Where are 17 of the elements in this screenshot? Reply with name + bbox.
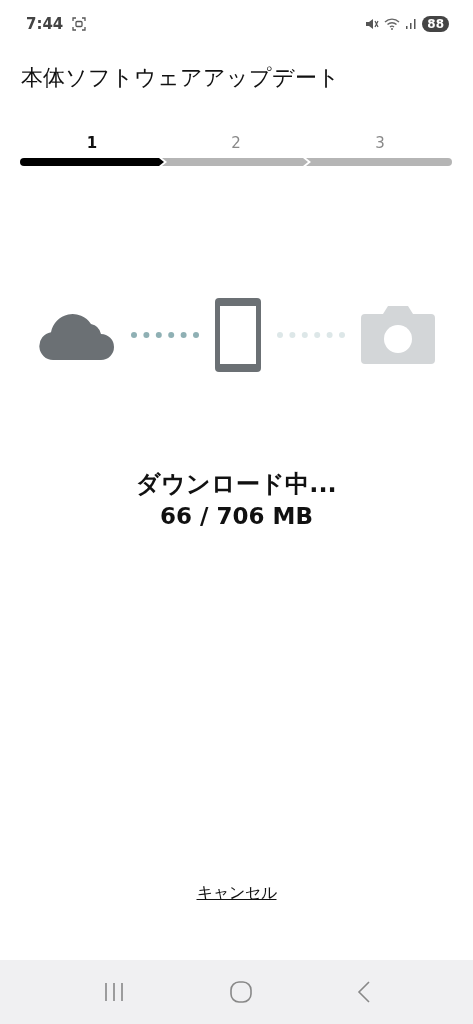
camera-icon — [360, 306, 435, 364]
download-status: ダウンロード中... — [135, 469, 338, 500]
battery-level: 88 — [422, 16, 449, 32]
home-icon[interactable] — [229, 981, 252, 1003]
status-time: 7:44 — [26, 15, 64, 33]
step-number: 2 — [231, 134, 241, 152]
signal-icon — [405, 18, 418, 30]
wifi-icon — [384, 18, 401, 30]
back-icon[interactable] — [356, 981, 371, 1003]
step-number: 1 — [86, 134, 98, 152]
recent-apps-icon[interactable] — [102, 982, 125, 1002]
step-number: 3 — [375, 134, 385, 152]
cancel-link[interactable]: キャンセル — [196, 883, 277, 904]
phone-icon — [214, 298, 261, 372]
screenshot-icon — [72, 17, 87, 31]
mute-icon — [365, 18, 380, 30]
page-title: 本体ソフトウェアアップデート — [21, 64, 341, 92]
